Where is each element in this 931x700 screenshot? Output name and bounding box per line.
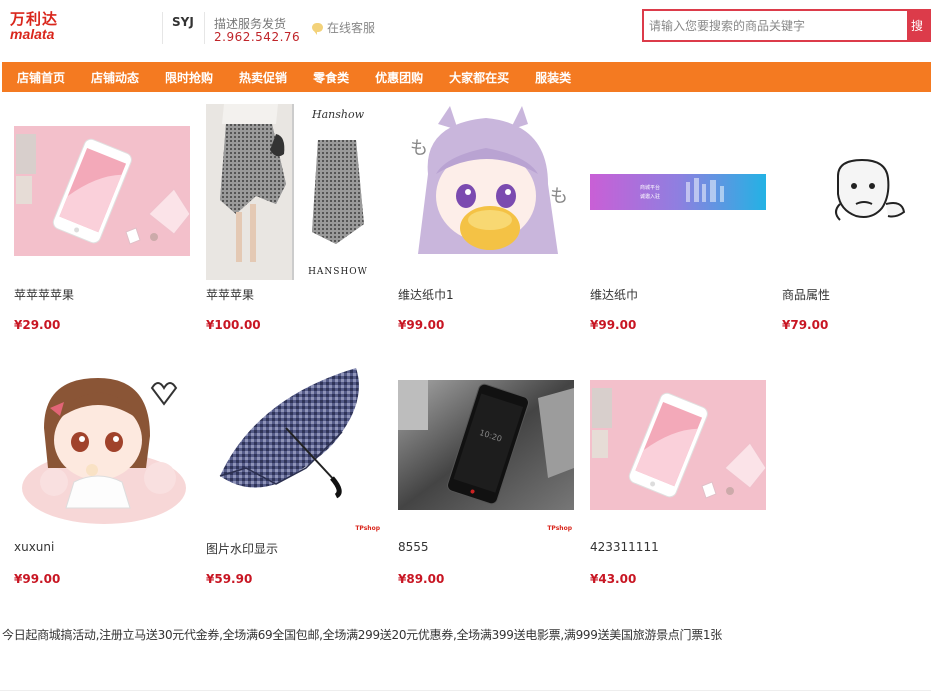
nav-item-home[interactable]: 店铺首页 xyxy=(17,69,65,86)
product-image[interactable]: 商城平台 诚邀入驻 xyxy=(590,104,766,280)
online-service-label: 在线客服 xyxy=(327,21,376,35)
product-price: ¥99.00 xyxy=(398,318,445,332)
header: 万利达 malata SYJ 描述服务发货 2.962.542.76 在线客服 … xyxy=(0,0,931,60)
product-image[interactable]: も も xyxy=(398,104,574,280)
chat-bubble-icon xyxy=(312,23,323,35)
product-card[interactable]: 423311111 ¥43.00 xyxy=(590,358,766,598)
product-price: ¥100.00 xyxy=(206,318,261,332)
nav-item-popular[interactable]: 大家都在买 xyxy=(449,69,509,86)
product-card[interactable]: 商城平台 诚邀入驻 维达纸巾 ¥99.00 xyxy=(590,104,766,344)
nav-item-flash-sale[interactable]: 限时抢购 xyxy=(165,69,213,86)
product-image[interactable] xyxy=(14,358,190,534)
watermark: TPshop xyxy=(355,525,380,532)
banner-text-1: 商城平台 xyxy=(640,184,660,191)
product-card[interactable]: 10:20 TPshop 8555 ¥89.00 xyxy=(398,358,574,598)
divider xyxy=(0,690,931,691)
product-name[interactable]: xuxuni xyxy=(14,540,54,554)
product-name[interactable]: 商品属性 xyxy=(782,286,830,303)
nav-item-hot-promo[interactable]: 热卖促销 xyxy=(239,69,287,86)
svg-text:も: も xyxy=(550,186,568,207)
product-price: ¥99.00 xyxy=(590,318,637,332)
product-price: ¥89.00 xyxy=(398,572,445,586)
product-card[interactable]: xuxuni ¥99.00 xyxy=(14,358,190,598)
product-card[interactable]: 商品属性 ¥79.00 xyxy=(782,104,931,344)
search-button[interactable]: 搜 xyxy=(907,11,929,40)
divider xyxy=(162,12,163,44)
nav-item-group-buy[interactable]: 优惠团购 xyxy=(375,69,423,86)
nav-item-snacks[interactable]: 零食类 xyxy=(313,69,349,86)
product-name[interactable]: 苹苹苹苹果 xyxy=(14,286,74,303)
product-image[interactable] xyxy=(590,358,766,534)
brand-logo[interactable]: 万利达 malata xyxy=(10,10,70,43)
brand-script: Hanshow xyxy=(311,108,365,121)
svg-text:も: も xyxy=(410,138,428,159)
product-price: ¥99.00 xyxy=(14,572,61,586)
product-card[interactable]: TPshop 图片水印显示 ¥59.90 xyxy=(206,358,382,598)
search-input[interactable] xyxy=(644,11,907,40)
banner-text-2: 诚邀入驻 xyxy=(640,193,660,200)
score-values: 2.962.542.76 xyxy=(214,30,301,44)
product-name[interactable]: 苹苹苹果 xyxy=(206,286,254,303)
divider xyxy=(204,12,205,44)
product-card[interactable]: 苹苹苹苹果 ¥29.00 xyxy=(14,104,190,344)
product-price: ¥43.00 xyxy=(590,572,637,586)
product-image[interactable]: Hanshow HANSHOW xyxy=(206,104,382,280)
product-card[interactable]: も も 维达纸巾1 ¥99.00 xyxy=(398,104,574,344)
logo-en: malata xyxy=(10,26,55,42)
product-name[interactable]: 维达纸巾1 xyxy=(398,286,454,303)
product-image[interactable]: TPshop xyxy=(206,358,382,534)
nav-item-news[interactable]: 店铺动态 xyxy=(91,69,139,86)
product-name[interactable]: 维达纸巾 xyxy=(590,286,638,303)
product-image[interactable]: 10:20 TPshop xyxy=(398,358,574,534)
product-price: ¥29.00 xyxy=(14,318,61,332)
shop-name[interactable]: SYJ xyxy=(172,15,194,29)
product-name[interactable]: 423311111 xyxy=(590,540,659,554)
product-name[interactable]: 8555 xyxy=(398,540,429,554)
product-image[interactable] xyxy=(782,104,931,280)
search-bar: 搜 xyxy=(642,9,931,42)
logo-cn: 万利达 xyxy=(10,10,59,28)
shop-nav: 店铺首页 店铺动态 限时抢购 热卖促销 零食类 优惠团购 大家都在买 服装类 xyxy=(2,62,931,92)
product-price: ¥79.00 xyxy=(782,318,829,332)
product-card[interactable]: Hanshow HANSHOW 苹苹苹果 ¥100.00 xyxy=(206,104,382,344)
product-name[interactable]: 图片水印显示 xyxy=(206,540,278,557)
online-service-link[interactable]: 在线客服 xyxy=(312,19,375,36)
product-image[interactable] xyxy=(14,104,190,280)
watermark: TPshop xyxy=(547,525,572,532)
promo-notice: 今日起商城搞活动,注册立马送30元代金券,全场满69全国包邮,全场满299送20… xyxy=(2,628,722,642)
product-price: ¥59.90 xyxy=(206,572,253,586)
nav-item-clothing[interactable]: 服装类 xyxy=(535,69,571,86)
brand-mark: HANSHOW xyxy=(308,267,368,277)
